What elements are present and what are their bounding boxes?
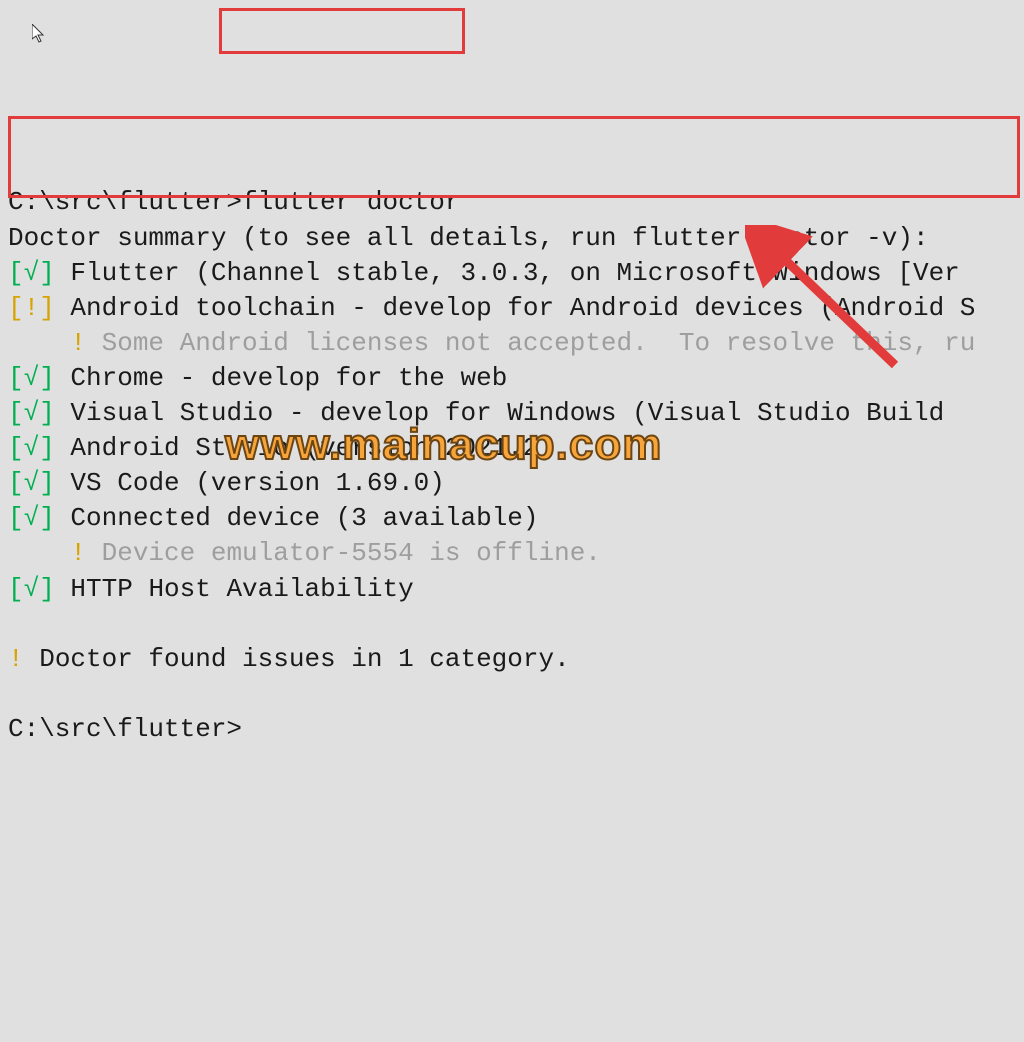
- terminal-output: C:\src\flutter>flutter doctor Doctor sum…: [8, 150, 1024, 747]
- check-mark-warn: [!]: [8, 293, 55, 323]
- warn-bullet: !: [8, 538, 86, 568]
- prompt-path: C:\src\flutter>: [8, 187, 242, 217]
- command-text: flutter doctor: [242, 187, 460, 217]
- line-visual-studio: Visual Studio - develop for Windows (Vis…: [55, 398, 960, 428]
- check-mark-ok: [√]: [8, 363, 55, 393]
- warn-android-licenses: Some Android licenses not accepted. To r…: [86, 328, 975, 358]
- check-mark-ok: [√]: [8, 574, 55, 604]
- line-android-studio: Android Studio (version 2021.2): [55, 433, 554, 463]
- footer-text: Doctor found issues in 1 category.: [24, 644, 570, 674]
- warn-bullet: !: [8, 328, 86, 358]
- line-chrome: Chrome - develop for the web: [55, 363, 507, 393]
- footer-warn-mark: !: [8, 644, 24, 674]
- summary-header: Doctor summary (to see all details, run …: [8, 223, 929, 253]
- annotation-highlight-command: [219, 8, 465, 54]
- warn-device-offline: Device emulator-5554 is offline.: [86, 538, 601, 568]
- final-prompt: C:\src\flutter>: [8, 714, 242, 744]
- line-android-toolchain: Android toolchain - develop for Android …: [55, 293, 976, 323]
- check-mark-ok: [√]: [8, 398, 55, 428]
- cursor-icon: [10, 0, 46, 53]
- line-connected-device: Connected device (3 available): [55, 503, 539, 533]
- check-mark-ok: [√]: [8, 468, 55, 498]
- check-mark-ok: [√]: [8, 433, 55, 463]
- line-vscode: VS Code (version 1.69.0): [55, 468, 445, 498]
- check-mark-ok: [√]: [8, 503, 55, 533]
- line-flutter: Flutter (Channel stable, 3.0.3, on Micro…: [55, 258, 960, 288]
- line-http-host: HTTP Host Availability: [55, 574, 414, 604]
- check-mark-ok: [√]: [8, 258, 55, 288]
